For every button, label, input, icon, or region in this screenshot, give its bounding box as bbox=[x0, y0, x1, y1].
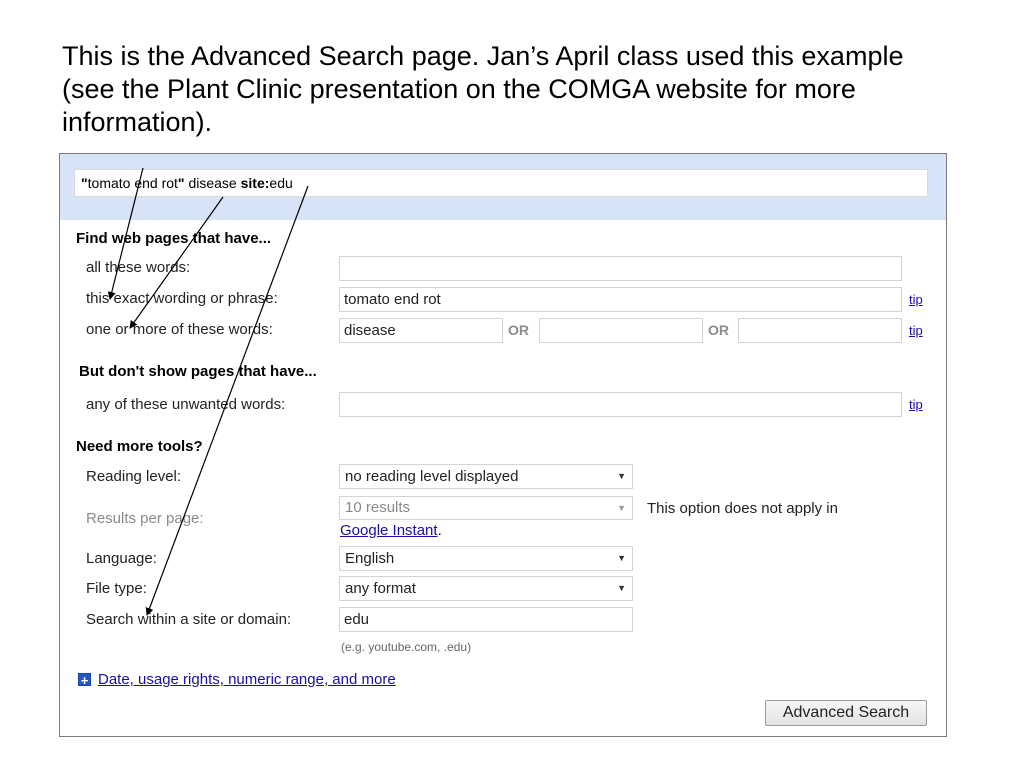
language-value: English bbox=[345, 550, 395, 567]
exact-phrase-label: this exact wording or phrase: bbox=[86, 290, 278, 307]
language-label: Language: bbox=[86, 550, 157, 567]
all-words-input[interactable] bbox=[339, 256, 902, 281]
any-words-input-1[interactable] bbox=[339, 318, 503, 343]
language-select[interactable]: English ▼ bbox=[339, 546, 633, 571]
dropdown-arrow-icon: ▼ bbox=[617, 583, 626, 593]
exact-phrase-tip-link[interactable]: tip bbox=[909, 292, 923, 307]
any-words-label: one or more of these words: bbox=[86, 321, 273, 338]
results-per-page-label: Results per page: bbox=[86, 510, 204, 527]
any-words-input-3[interactable] bbox=[738, 318, 902, 343]
search-query-box[interactable]: "tomato end rot" disease site:edu bbox=[74, 169, 928, 197]
expand-plus-icon[interactable]: + bbox=[78, 673, 91, 687]
find-heading: Find web pages that have... bbox=[76, 230, 272, 247]
file-type-value: any format bbox=[345, 580, 416, 597]
all-words-label: all these words: bbox=[86, 259, 191, 276]
query-site-operator: site: bbox=[240, 175, 270, 191]
results-per-page-select[interactable]: 10 results ▼ bbox=[339, 496, 633, 520]
any-words-input-2[interactable] bbox=[539, 318, 703, 343]
site-domain-input[interactable] bbox=[339, 607, 633, 632]
caption-line-3: information). bbox=[62, 107, 213, 137]
unwanted-words-tip-link[interactable]: tip bbox=[909, 397, 923, 412]
advanced-search-screenshot: "tomato end rot" disease site:edu Find w… bbox=[59, 153, 947, 737]
caption-line-2: (see the Plant Clinic presentation on th… bbox=[62, 74, 856, 104]
reading-level-select[interactable]: no reading level displayed ▼ bbox=[339, 464, 633, 489]
unwanted-words-input[interactable] bbox=[339, 392, 902, 417]
query-band: "tomato end rot" disease site:edu bbox=[60, 154, 946, 220]
exclude-heading: But don't show pages that have... bbox=[79, 363, 317, 380]
instant-note: This option does not apply in bbox=[647, 500, 838, 517]
file-type-select[interactable]: any format ▼ bbox=[339, 576, 633, 601]
tools-heading: Need more tools? bbox=[76, 438, 203, 455]
or-label-1: OR bbox=[508, 322, 529, 338]
exact-phrase-input[interactable] bbox=[339, 287, 902, 312]
google-instant-link[interactable]: Google Instant bbox=[340, 522, 438, 539]
reading-level-label: Reading level: bbox=[86, 468, 182, 485]
advanced-search-button[interactable]: Advanced Search bbox=[765, 700, 927, 726]
query-phrase: tomato end rot bbox=[87, 175, 178, 191]
caption-line-1: This is the Advanced Search page. Jan’s … bbox=[62, 41, 904, 71]
instant-link-line: Google Instant. bbox=[340, 522, 442, 539]
instant-period: . bbox=[437, 522, 442, 539]
query-term: disease bbox=[184, 175, 241, 191]
unwanted-words-label: any of these unwanted words: bbox=[86, 396, 286, 413]
results-per-page-value: 10 results bbox=[345, 499, 411, 516]
slide-caption: This is the Advanced Search page. Jan’s … bbox=[62, 40, 982, 139]
site-domain-hint: (e.g. youtube.com, .edu) bbox=[341, 640, 472, 654]
or-label-2: OR bbox=[708, 322, 729, 338]
dropdown-arrow-icon: ▼ bbox=[617, 503, 626, 513]
query-quote-open: " bbox=[81, 175, 88, 191]
query-site-value: edu bbox=[269, 175, 293, 191]
reading-level-value: no reading level displayed bbox=[345, 468, 519, 485]
site-domain-label: Search within a site or domain: bbox=[86, 611, 292, 628]
file-type-label: File type: bbox=[86, 580, 147, 597]
any-words-tip-link[interactable]: tip bbox=[909, 323, 923, 338]
dropdown-arrow-icon: ▼ bbox=[617, 553, 626, 563]
dropdown-arrow-icon: ▼ bbox=[617, 471, 626, 481]
more-options-link[interactable]: Date, usage rights, numeric range, and m… bbox=[98, 671, 396, 688]
query-quote-close: " bbox=[177, 175, 185, 191]
